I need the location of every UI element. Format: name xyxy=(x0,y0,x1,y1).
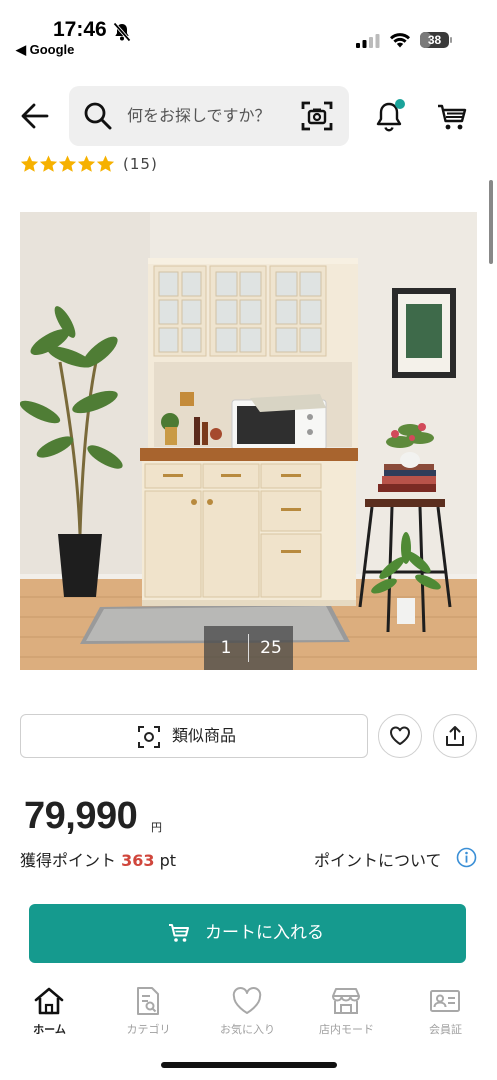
kitchen-cupboard-photo xyxy=(20,212,477,670)
scrollbar[interactable] xyxy=(489,180,493,264)
share-button[interactable] xyxy=(433,714,477,758)
heart-icon xyxy=(232,987,262,1014)
category-icon xyxy=(137,987,159,1015)
nav-store-mode[interactable]: 店内モード xyxy=(297,980,396,1040)
home-indicator[interactable] xyxy=(161,1062,337,1068)
back-to-google-link[interactable]: ◀ Google xyxy=(16,42,74,58)
info-icon[interactable] xyxy=(456,847,477,868)
status-time: 17:46 xyxy=(53,18,107,41)
home-icon xyxy=(34,987,64,1015)
search-icon xyxy=(84,102,112,130)
similar-products-label: 類似商品 xyxy=(172,726,237,745)
nav-category[interactable]: カテゴリ xyxy=(99,980,198,1040)
nav-favorites-label: お気に入り xyxy=(220,1023,275,1036)
image-search-icon xyxy=(138,726,160,748)
add-to-cart-label: カートに入れる xyxy=(205,923,324,943)
product-image[interactable] xyxy=(20,212,477,670)
store-icon xyxy=(332,988,360,1014)
bottom-navigation: ホーム カテゴリ お気に入り 店内モード 会員証 xyxy=(0,980,497,1040)
cart-icon[interactable] xyxy=(436,102,468,132)
notification-dot xyxy=(395,99,405,109)
status-bar: 17:46 ◀ Google 38 xyxy=(0,0,497,62)
wifi-icon xyxy=(390,33,410,48)
cellular-signal-icon xyxy=(356,34,380,48)
favorite-button[interactable] xyxy=(378,714,422,758)
nav-home-label: ホーム xyxy=(33,1023,66,1036)
share-icon xyxy=(446,726,464,746)
product-price: 79,990 xyxy=(24,795,138,837)
nav-category-label: カテゴリ xyxy=(126,1023,171,1036)
rating-stars-icon xyxy=(20,155,115,172)
nav-member-card[interactable]: 会員証 xyxy=(396,980,495,1040)
search-input[interactable] xyxy=(127,86,297,146)
image-total: 25 xyxy=(260,638,282,658)
about-points-link[interactable]: ポイントについて xyxy=(314,847,442,871)
nav-store-mode-label: 店内モード xyxy=(319,1023,374,1036)
image-index: 1 xyxy=(220,638,232,658)
points-unit: pt xyxy=(159,851,177,870)
member-card-icon xyxy=(430,990,460,1012)
earned-points: 獲得ポイント 363 pt xyxy=(20,847,176,871)
heart-icon xyxy=(390,726,410,745)
nav-favorites[interactable]: お気に入り xyxy=(198,980,297,1040)
review-count: (15) xyxy=(123,155,158,173)
image-counter: 1 25 xyxy=(204,626,293,670)
search-bar[interactable] xyxy=(69,86,349,146)
cart-icon xyxy=(169,924,189,942)
price-unit: 円 xyxy=(151,821,162,834)
camera-search-icon[interactable] xyxy=(301,100,333,132)
nav-member-card-label: 会員証 xyxy=(429,1023,462,1036)
add-to-cart-button[interactable]: カートに入れる xyxy=(29,904,466,963)
app-header xyxy=(0,86,497,146)
points-value: 363 xyxy=(121,851,155,870)
similar-products-button[interactable]: 類似商品 xyxy=(20,714,368,758)
points-label: 獲得ポイント xyxy=(20,851,117,870)
bell-slash-icon xyxy=(113,22,131,42)
battery-icon: 38 xyxy=(420,32,452,48)
back-arrow-icon[interactable] xyxy=(20,102,50,130)
nav-home[interactable]: ホーム xyxy=(0,980,99,1040)
